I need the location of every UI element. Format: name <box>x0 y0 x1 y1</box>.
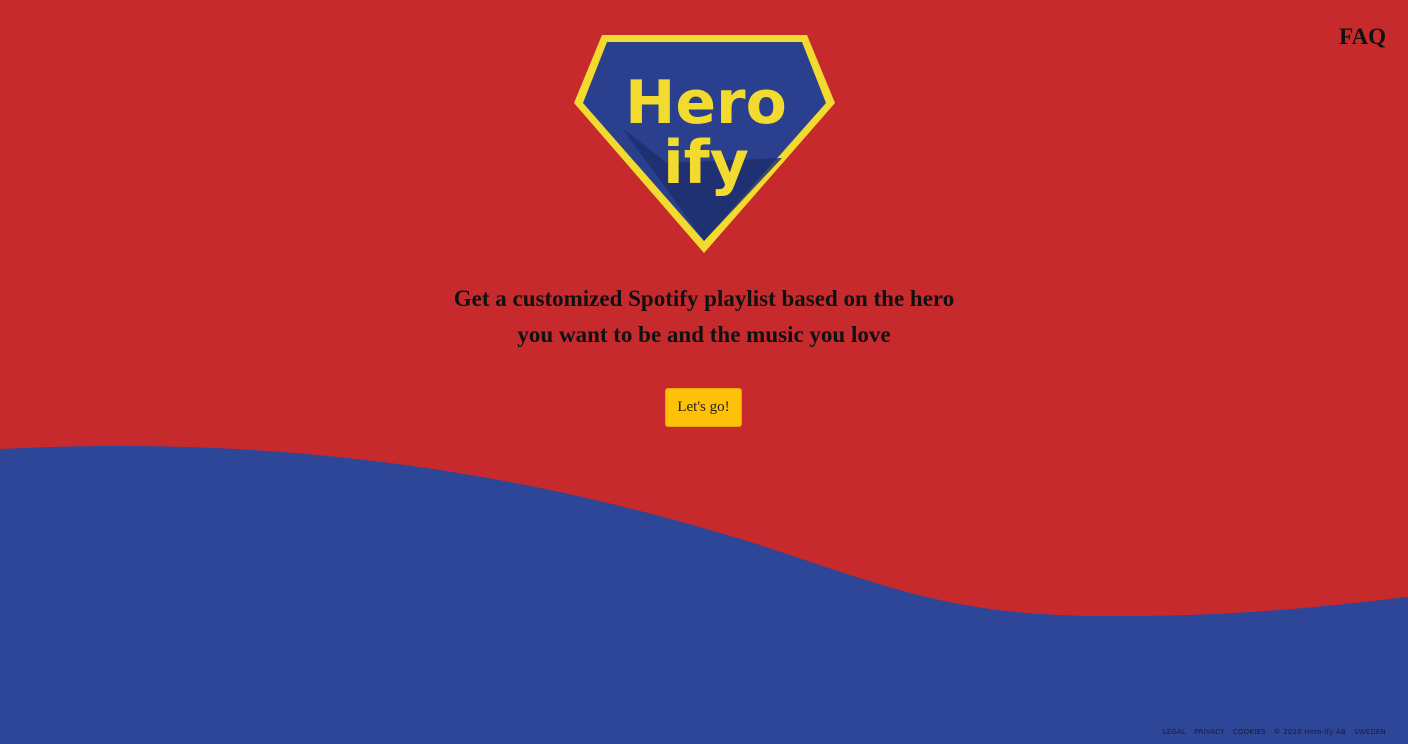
tagline-line-1: Get a customized Spotify playlist based … <box>453 286 955 311</box>
footer-privacy-link[interactable]: PRIVACY <box>1194 728 1225 736</box>
footer-cookies-link[interactable]: COOKIES <box>1233 728 1266 736</box>
footer-legal-link[interactable]: LEGAL <box>1163 728 1186 736</box>
footer-country: SWEDEN <box>1353 728 1386 736</box>
lets-go-button[interactable]: Let's go! <box>665 388 742 427</box>
logo-text-ify: ify <box>663 128 749 198</box>
tagline-line-2: you want to be and the music you love <box>517 322 891 347</box>
footer-links: LEGAL PRIVACY COOKIES © 2020 Hero-ify AB… <box>1163 728 1386 736</box>
footer-copyright: © 2020 Hero-ify AB <box>1273 728 1346 736</box>
heroify-logo: Hero ify <box>574 35 835 253</box>
faq-link[interactable]: FAQ <box>1339 24 1386 50</box>
hero-tagline: Get a customized Spotify playlist based … <box>404 281 1004 353</box>
